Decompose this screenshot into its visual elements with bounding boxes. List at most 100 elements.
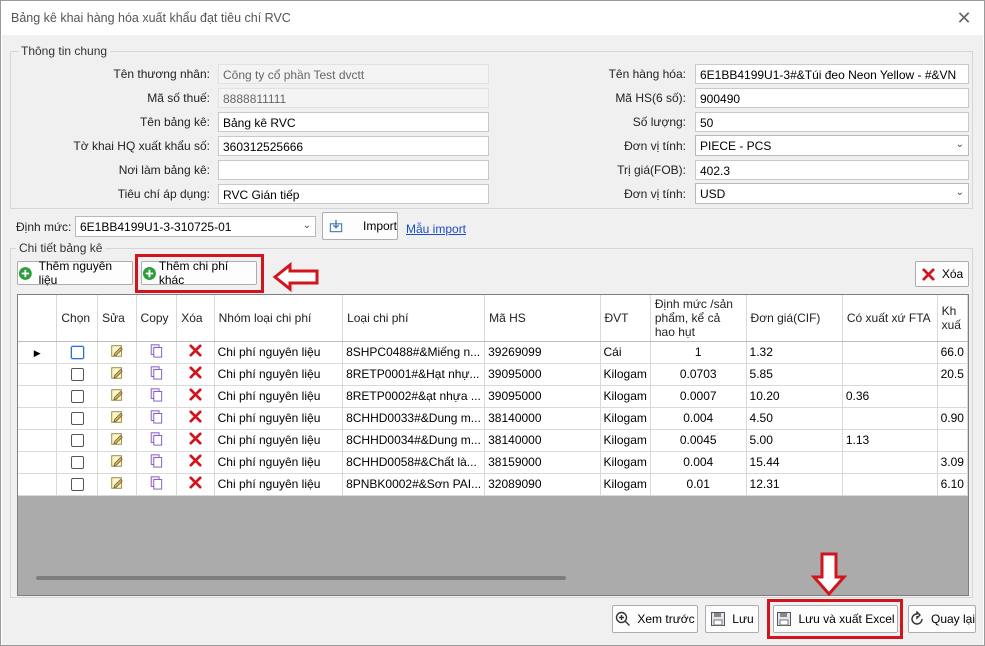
edit-cell[interactable] [97,473,137,496]
edit-pencil-icon[interactable] [110,388,124,402]
select-checkbox-cell[interactable] [56,429,99,452]
close-icon[interactable]: ✕ [954,8,974,29]
edit-cell[interactable] [97,407,137,430]
edit-cell[interactable] [97,363,137,386]
edit-pencil-icon[interactable] [110,344,124,358]
select-checkbox[interactable] [70,390,84,404]
select-checkbox-cell[interactable] [56,363,99,386]
delete-x-icon [922,267,935,281]
mau-import-link[interactable]: Mẫu import [406,222,466,236]
delete-x-icon[interactable] [188,409,203,424]
preview-button[interactable]: Xem trước [612,605,698,633]
table-row[interactable]: Chi phí nguyên liệu 8RETP0002#&ạt nhựa ..… [18,385,968,408]
edit-pencil-icon[interactable] [110,454,124,468]
table-row[interactable]: Chi phí nguyên liệu 8CHHD0033#&Dung m... 3… [18,407,968,430]
delete-x-icon[interactable] [188,431,203,446]
delete-cell[interactable] [176,363,215,386]
col-header-don-gia[interactable]: Đơn giá(CIF) [746,295,843,342]
copy-cell[interactable] [136,473,178,496]
col-header-nhom[interactable]: Nhóm loại chi phí [214,295,344,342]
col-header-kh[interactable]: Kh xuấ [937,295,968,342]
select-checkbox[interactable] [70,434,84,448]
horizontal-scrollbar[interactable] [36,576,566,580]
table-row[interactable]: Chi phí nguyên liệu 8CHHD0034#&Dung m... 3… [18,429,968,452]
copy-icon[interactable] [149,475,163,490]
delete-x-icon[interactable] [188,475,203,490]
delete-x-icon[interactable] [188,365,203,380]
select-checkbox-cell[interactable] [56,407,99,430]
delete-x-icon[interactable] [188,387,203,402]
add-material-button[interactable]: Thêm nguyên liệu [17,259,133,287]
edit-cell[interactable] [97,429,137,452]
select-checkbox-cell[interactable] [56,473,99,496]
ma-hs-field[interactable]: 900490 [695,88,969,108]
dinh-muc-select[interactable]: 6E1BB4199U1-3-310725-01 ⌄ [75,216,316,237]
table-row[interactable]: Chi phí nguyên liệu 8CHHD0058#&Chất là...… [18,451,968,474]
select-checkbox-cell[interactable] [56,341,99,364]
to-khai-field[interactable]: 360312525666 [218,136,489,156]
copy-icon[interactable] [149,365,163,380]
copy-icon[interactable] [149,343,163,358]
copy-icon[interactable] [149,387,163,402]
copy-cell[interactable] [136,407,178,430]
edit-pencil-icon[interactable] [110,432,124,446]
delete-button[interactable]: Xóa [915,261,969,287]
select-checkbox[interactable] [70,478,84,492]
select-checkbox[interactable] [70,412,84,426]
import-button[interactable]: Import [322,212,398,240]
select-checkbox[interactable] [70,346,84,360]
cell-dvt: Kilogam [600,363,651,386]
col-header-loai[interactable]: Loại chi phí [342,295,486,342]
detail-legend: Chi tiết bảng kê [16,241,106,255]
select-checkbox-cell[interactable] [56,451,99,474]
copy-cell[interactable] [136,385,178,408]
back-button[interactable]: Quay lại [908,605,976,633]
copy-icon[interactable] [149,431,163,446]
col-header-xoa[interactable]: Xóa [176,295,215,342]
ten-hang-hoa-field[interactable]: 6E1BB4199U1-3#&Túi đeo Neon Yellow - #&V… [695,64,969,84]
select-checkbox[interactable] [70,368,84,382]
so-luong-field[interactable]: 50 [695,112,969,132]
save-button[interactable]: Lưu [705,605,759,633]
col-header-dvt[interactable]: ĐVT [600,295,651,342]
tri-gia-field[interactable]: 402.3 [695,160,969,180]
don-vi-tinh-2-select[interactable]: USD ⌄ [695,183,969,204]
edit-pencil-icon[interactable] [110,366,124,380]
copy-cell[interactable] [136,341,178,364]
don-vi-tinh-1-select[interactable]: PIECE - PCS ⌄ [695,135,969,156]
table-row[interactable]: Chi phí nguyên liệu 8PNBK0002#&Sơn PAI...… [18,473,968,496]
delete-cell[interactable] [176,451,215,474]
ma-so-thue-field[interactable]: 8888811111 [218,88,489,108]
copy-icon[interactable] [149,453,163,468]
col-header-ma-hs[interactable]: Mã HS [484,295,601,342]
col-header-fta[interactable]: Có xuất xứ FTA [842,295,938,342]
edit-cell[interactable] [97,451,137,474]
delete-cell[interactable] [176,473,215,496]
edit-cell[interactable] [97,341,137,364]
select-checkbox[interactable] [70,456,84,470]
ten-bang-ke-field[interactable]: Bảng kê RVC [218,112,489,132]
delete-x-icon[interactable] [188,343,203,358]
noi-lam-field[interactable] [218,160,489,180]
table-row[interactable]: Chi phí nguyên liệu 8RETP0001#&Hạt nhự...… [18,363,968,386]
edit-pencil-icon[interactable] [110,410,124,424]
table-row[interactable]: ▶ Chi phí nguyên liệu 8SHPC0488#&Miếng n..… [18,341,968,364]
edit-cell[interactable] [97,385,137,408]
ten-thuong-nhan-field[interactable]: Công ty cổ phần Test dvctt [218,64,489,84]
col-header-copy[interactable]: Copy [136,295,178,342]
copy-icon[interactable] [149,409,163,424]
col-header-dinh-muc[interactable]: Định mức /sản phẩm, kể cả hao hụt [650,295,747,342]
copy-cell[interactable] [136,429,178,452]
delete-cell[interactable] [176,407,215,430]
tieu-chi-field[interactable]: RVC Gián tiếp [218,184,489,204]
delete-cell[interactable] [176,341,215,364]
col-header-sua[interactable]: Sửa [97,295,137,342]
delete-x-icon[interactable] [188,453,203,468]
copy-cell[interactable] [136,451,178,474]
delete-cell[interactable] [176,385,215,408]
col-header-chon[interactable]: Chọn [56,295,99,342]
delete-cell[interactable] [176,429,215,452]
edit-pencil-icon[interactable] [110,476,124,490]
copy-cell[interactable] [136,363,178,386]
select-checkbox-cell[interactable] [56,385,99,408]
